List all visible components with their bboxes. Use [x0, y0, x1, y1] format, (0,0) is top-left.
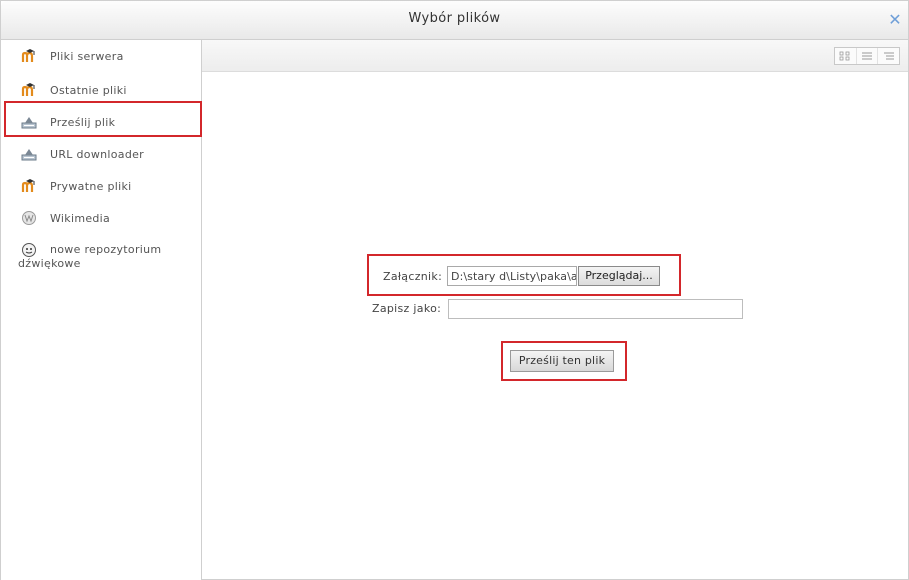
upload-icon	[21, 146, 37, 162]
dialog-title: Wybór plików	[408, 11, 501, 26]
sidebar-item-label: nowe repozytorium	[50, 243, 162, 256]
list-view-icon[interactable]	[857, 48, 879, 64]
highlight-upload-file	[4, 101, 202, 137]
save-as-field[interactable]	[448, 299, 743, 319]
save-as-label: Zapisz jako:	[372, 302, 442, 315]
sidebar-item-sound-repository[interactable]: nowe repozytorium dźwiękowe	[8, 240, 193, 274]
sidebar-item-label: Pliki serwera	[50, 50, 124, 63]
sidebar-item-private-files[interactable]: Prywatne pliki	[8, 174, 193, 200]
sidebar-item-wikimedia[interactable]: Wikimedia	[8, 206, 193, 232]
view-toolbar	[202, 40, 908, 72]
highlight-upload-button	[501, 341, 627, 381]
sidebar-item-server-files[interactable]: Pliki serwera	[8, 44, 193, 70]
close-icon[interactable]: ✕	[888, 12, 902, 28]
sidebar-item-label-continued: dźwiękowe	[18, 257, 81, 270]
view-switcher	[834, 47, 900, 65]
sidebar-item-url-downloader[interactable]: URL downloader	[8, 142, 193, 168]
icons-view-icon[interactable]	[835, 48, 857, 64]
sidebar-item-label: URL downloader	[50, 148, 144, 161]
moodle-icon	[21, 178, 37, 194]
file-picker-dialog: Wybór plików ✕ Pliki serwera Ostatnie pl…	[0, 0, 909, 580]
wikimedia-icon	[21, 210, 37, 226]
details-view-icon[interactable]	[878, 48, 899, 64]
sidebar-item-label: Prywatne pliki	[50, 180, 132, 193]
dialog-titlebar: Wybór plików ✕	[1, 1, 908, 40]
sidebar-item-label: Wikimedia	[50, 212, 111, 225]
moodle-icon	[21, 48, 37, 64]
sidebar-item-label: Ostatnie pliki	[50, 84, 127, 97]
sound-repo-icon	[21, 242, 37, 258]
highlight-attachment	[367, 254, 681, 296]
moodle-icon	[21, 82, 37, 98]
